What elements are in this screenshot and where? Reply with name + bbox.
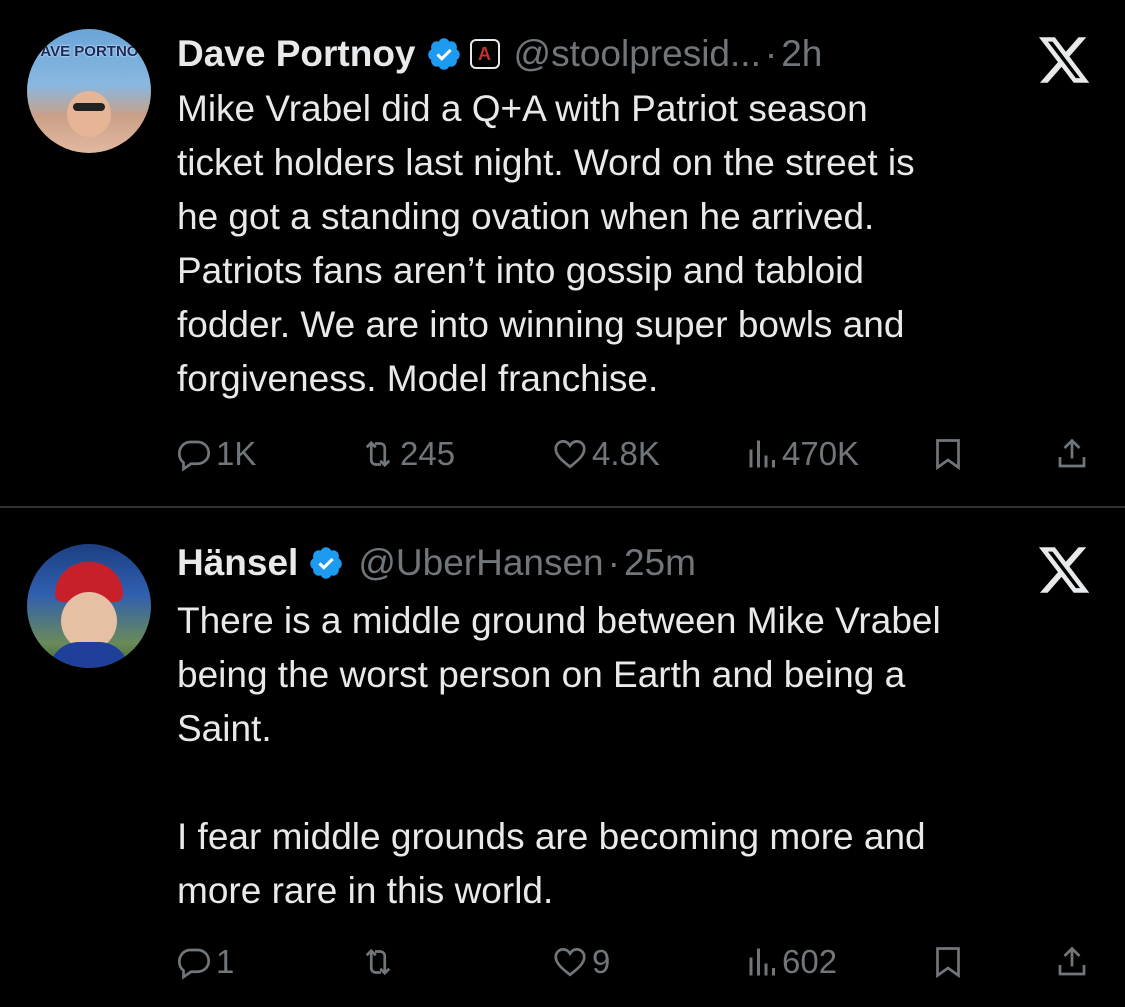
- reply-count: 1K: [216, 435, 257, 472]
- verified-badge-icon: [310, 547, 343, 579]
- x-logo-icon: [1038, 547, 1090, 593]
- share-button[interactable]: [1054, 430, 1090, 478]
- reply-button[interactable]: 1K: [176, 430, 256, 478]
- views-chart-icon: [749, 440, 775, 468]
- views-count: 470K: [782, 435, 860, 472]
- like-count: 4.8K: [592, 435, 660, 472]
- reply-button[interactable]: 1: [176, 938, 234, 986]
- author-handle[interactable]: @stoolpresid...: [514, 33, 761, 75]
- tweet-card[interactable]: Hänsel @UberHansen · 25m There is a midd…: [0, 508, 1125, 1007]
- retweet-count: 245: [400, 435, 456, 472]
- timestamp[interactable]: 25m: [624, 542, 696, 584]
- verified-badge-icon: [427, 38, 460, 70]
- like-button[interactable]: 9: [552, 938, 610, 986]
- separator-dot: ·: [764, 33, 778, 74]
- like-count: 9: [592, 943, 611, 980]
- barstool-affiliate-badge[interactable]: [469, 39, 500, 69]
- tweet-header: Hänsel @UberHansen · 25m: [177, 541, 696, 585]
- avatar-caption: DAVE PORTNOY: [29, 43, 149, 60]
- author-name[interactable]: Hänsel: [177, 542, 298, 584]
- share-icon: [1058, 438, 1086, 468]
- views-button[interactable]: 602: [742, 938, 837, 986]
- views-count: 602: [782, 943, 838, 980]
- reply-icon: [177, 440, 211, 472]
- retweet-button[interactable]: [360, 938, 400, 986]
- retweet-icon: [365, 948, 391, 976]
- tweet-header: Dave Portnoy @stoolpresid... · 2h: [177, 32, 822, 76]
- views-chart-icon: [749, 948, 775, 976]
- action-bar: 1 9 602: [0, 938, 1125, 986]
- heart-icon: [554, 948, 586, 977]
- author-name[interactable]: Dave Portnoy: [177, 33, 416, 75]
- reply-icon: [177, 948, 211, 980]
- bookmark-icon: [936, 439, 960, 471]
- avatar[interactable]: DAVE PORTNOY: [27, 29, 151, 153]
- separator-dot: ·: [607, 542, 620, 583]
- tweet-card[interactable]: DAVE PORTNOY Dave Portnoy @stoolpresid..…: [0, 0, 1125, 506]
- tweet-text: There is a middle ground between Mike Vr…: [177, 600, 941, 911]
- share-icon: [1058, 946, 1086, 976]
- retweet-button[interactable]: 245: [360, 430, 455, 478]
- views-button[interactable]: 470K: [742, 430, 859, 478]
- heart-icon: [554, 440, 586, 469]
- tweet-text: Mike Vrabel did a Q+A with Patriot seaso…: [177, 88, 915, 399]
- author-handle[interactable]: @UberHansen: [358, 542, 603, 584]
- like-button[interactable]: 4.8K: [552, 430, 660, 478]
- reply-count: 1: [216, 943, 235, 980]
- bookmark-button[interactable]: [930, 430, 966, 478]
- avatar[interactable]: [27, 544, 151, 668]
- x-logo-icon: [1038, 37, 1090, 83]
- bookmark-button[interactable]: [930, 938, 966, 986]
- bookmark-icon: [936, 947, 960, 979]
- share-button[interactable]: [1054, 938, 1090, 986]
- timestamp[interactable]: 2h: [781, 33, 822, 75]
- action-bar: 1K 245 4.8K 470K: [0, 430, 1125, 478]
- retweet-icon: [365, 440, 391, 468]
